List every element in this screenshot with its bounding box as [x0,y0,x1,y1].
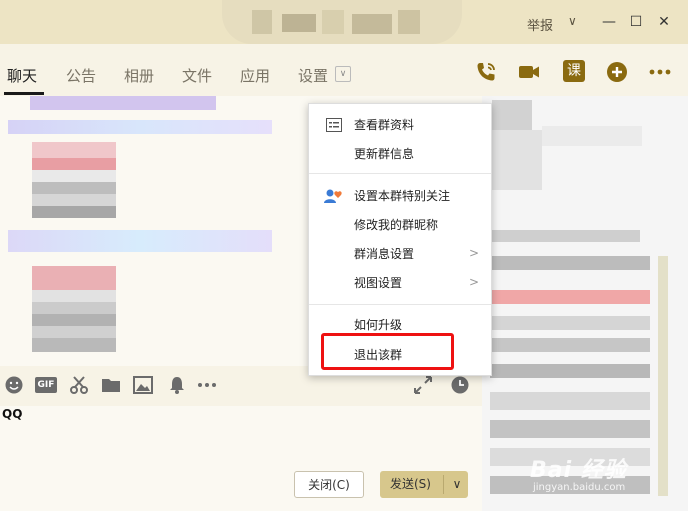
more-icon[interactable] [197,375,217,395]
send-button-label: 发送(S) [390,477,431,491]
settings-dropdown-icon[interactable]: ∨ [335,66,351,82]
input-text: QQ [2,407,23,421]
send-options-icon[interactable]: ∨ [448,471,466,498]
menu-item-update-group-info[interactable]: 更新群信息 [354,144,414,164]
submenu-arrow-icon: > [469,246,480,260]
group-name-blurred [222,0,462,44]
menu-item-edit-nickname[interactable]: 修改我的群昵称 [354,215,438,235]
profile-card-icon [326,118,342,132]
watermark-url: jingyan.baidu.com [533,482,626,493]
video-icon[interactable] [517,60,541,84]
close-button[interactable]: 关闭(C) [294,471,364,498]
report-dropdown-icon[interactable]: ∨ [568,14,577,28]
submenu-arrow-icon: > [469,275,480,289]
expand-icon[interactable] [413,375,433,395]
history-icon[interactable] [450,375,470,395]
minimize-button[interactable]: — [600,13,618,31]
folder-icon[interactable] [101,375,121,395]
menu-item-special-follow[interactable]: 设置本群特别关注 [354,186,450,206]
menu-item-view-settings[interactable]: 视图设置 [354,273,402,293]
menu-item-message-settings[interactable]: 群消息设置 [354,244,414,264]
tab-files[interactable]: 文件 [182,65,212,86]
scissors-icon[interactable] [69,375,89,395]
send-button[interactable]: 发送(S) ∨ [380,471,468,498]
menu-item-view-group-info[interactable]: 查看群资料 [354,115,414,135]
tab-chat[interactable]: 聊天 [7,65,37,86]
report-button[interactable]: 举报 [527,15,553,34]
send-button-divider [443,475,444,494]
close-window-button[interactable]: ✕ [655,13,673,31]
annotation-highlight-box [321,333,454,370]
tab-settings[interactable]: 设置 [298,65,328,86]
watermark: Bai 经验 [530,458,627,483]
emoji-icon[interactable] [4,375,24,395]
phone-icon[interactable] [474,60,498,84]
add-icon[interactable] [605,60,629,84]
more-icon[interactable] [648,60,672,84]
member-list-panel[interactable] [482,96,688,511]
tab-album[interactable]: 相册 [124,65,154,86]
tab-apps[interactable]: 应用 [240,65,270,86]
tab-announcement[interactable]: 公告 [66,65,96,86]
gif-icon[interactable]: GIF [35,377,57,393]
lesson-icon[interactable]: 课 [563,60,585,82]
bell-icon[interactable] [167,375,187,395]
menu-divider [309,304,491,305]
image-icon[interactable] [133,375,153,395]
maximize-button[interactable]: ☐ [627,13,645,31]
menu-divider [309,173,491,174]
special-follow-icon [324,189,342,203]
menu-item-how-to-upgrade[interactable]: 如何升级 [354,315,402,335]
active-tab-indicator [4,92,44,95]
